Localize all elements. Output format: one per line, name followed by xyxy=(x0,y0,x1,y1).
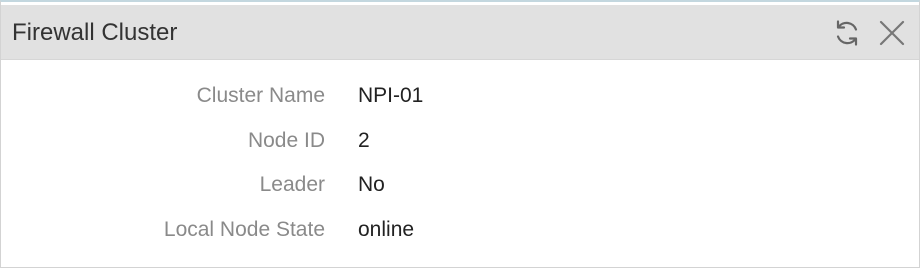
leader-label: Leader xyxy=(259,173,325,196)
panel-header: Firewall Cluster xyxy=(1,5,919,60)
info-row-cluster-name: Cluster Name NPI-01 xyxy=(1,74,919,119)
close-icon xyxy=(876,17,908,49)
panel-title: Firewall Cluster xyxy=(12,19,178,46)
node-id-label: Node ID xyxy=(247,128,325,152)
leader-value: No xyxy=(358,173,385,196)
info-row-local-node-state: Local Node State online xyxy=(1,208,919,253)
info-row-node-id: Node ID 2 xyxy=(1,119,919,164)
cluster-name-value: NPI-01 xyxy=(358,84,424,107)
firewall-cluster-panel: Firewall Cluster Cluster Name NPI-01 Nod… xyxy=(0,0,920,268)
node-id-value: 2 xyxy=(358,128,370,152)
close-button[interactable] xyxy=(876,17,908,49)
refresh-icon xyxy=(831,17,863,49)
refresh-button[interactable] xyxy=(831,17,863,49)
info-row-leader: Leader No xyxy=(1,163,919,208)
cluster-info-list: Cluster Name NPI-01 Node ID 2 Leader No … xyxy=(1,74,919,252)
local-node-state-value: online xyxy=(358,217,415,241)
local-node-state-label: Local Node State xyxy=(163,217,325,241)
cluster-name-label: Cluster Name xyxy=(196,84,325,107)
